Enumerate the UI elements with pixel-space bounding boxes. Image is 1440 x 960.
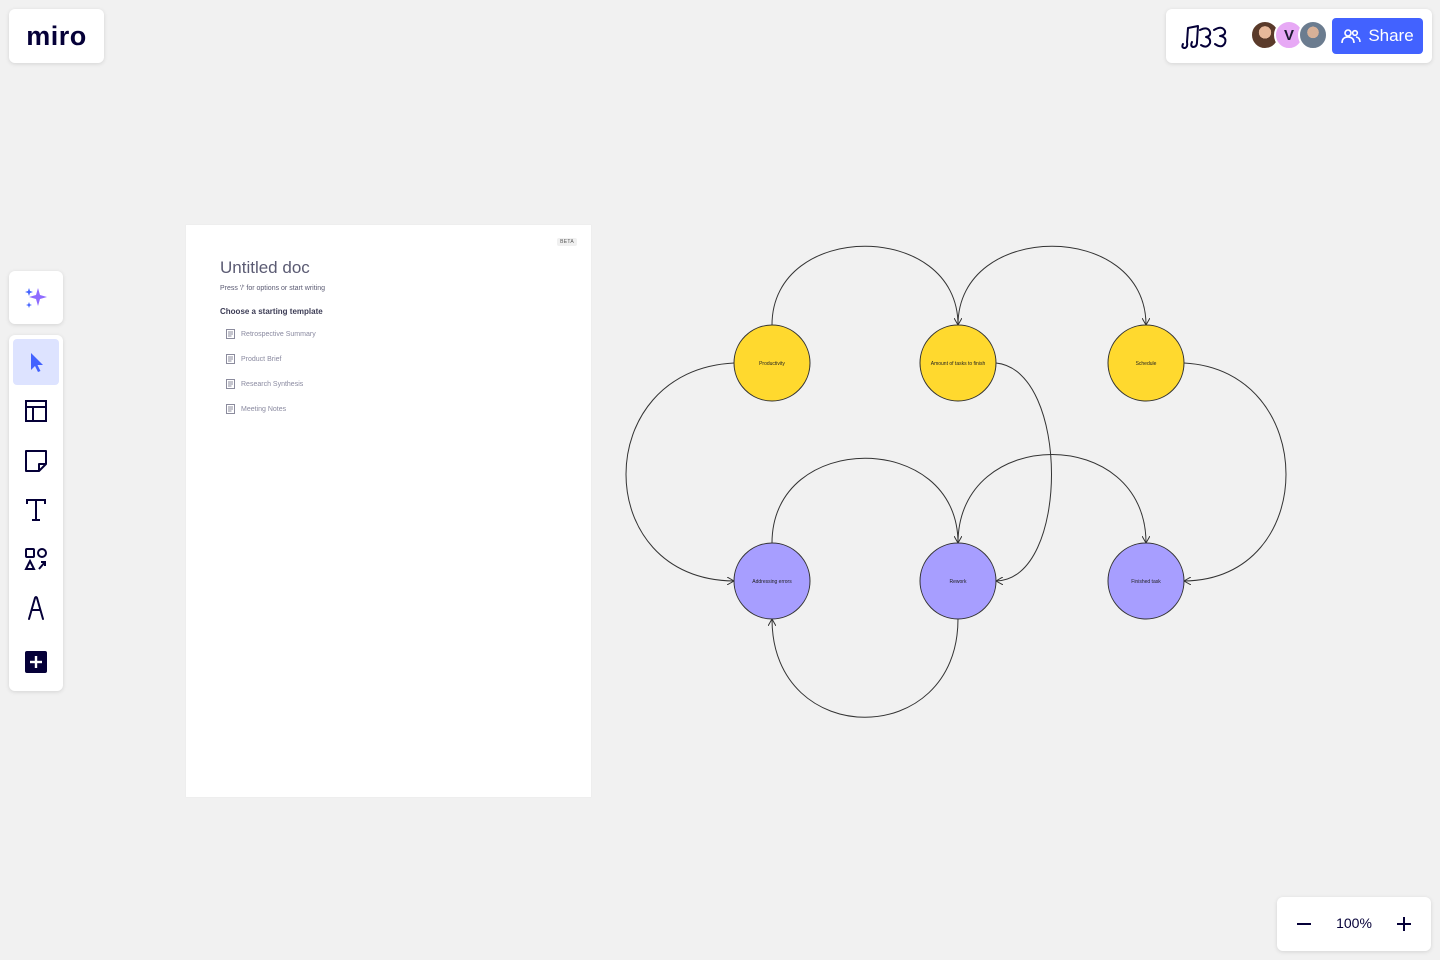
- zoom-in-button[interactable]: [1389, 909, 1419, 939]
- tool-text[interactable]: [13, 487, 59, 533]
- node-amount-of-tasks[interactable]: Amount of tasks to finish: [919, 324, 997, 402]
- document-icon: [226, 404, 235, 414]
- plus-icon: [1397, 917, 1411, 931]
- template-label: Research Synthesis: [241, 380, 304, 388]
- users-icon: [1341, 29, 1362, 44]
- avatar[interactable]: [1298, 20, 1328, 50]
- connector[interactable]: [1184, 362, 1287, 581]
- sticky-note-icon: [25, 450, 47, 472]
- connector[interactable]: [771, 457, 958, 543]
- tools-toolbar: [9, 335, 63, 691]
- collaboration-panel: V Share: [1166, 9, 1432, 63]
- causal-loop-diagram[interactable]: Productivity Amount of tasks to finish S…: [600, 230, 1320, 730]
- collaborator-avatars[interactable]: V: [1250, 20, 1330, 52]
- template-option[interactable]: Meeting Notes: [226, 404, 286, 414]
- node-label: Productivity: [759, 361, 785, 367]
- template-label: Retrospective Summary: [241, 330, 316, 338]
- node-label: Addressing errors: [752, 579, 792, 585]
- tool-select[interactable]: [13, 339, 59, 385]
- cursor-icon: [31, 353, 43, 372]
- miro-logo: miro: [26, 20, 87, 51]
- zoom-control: 100%: [1277, 897, 1431, 951]
- node-productivity[interactable]: Productivity: [733, 324, 811, 402]
- zoom-level[interactable]: 100%: [1327, 915, 1381, 931]
- doc-title[interactable]: Untitled doc: [220, 258, 310, 278]
- tool-templates[interactable]: [13, 388, 59, 434]
- pen-icon: [28, 596, 44, 620]
- tool-shapes[interactable]: [13, 536, 59, 582]
- doc-placeholder-hint[interactable]: Press '/' for options or start writing: [220, 285, 325, 292]
- text-icon: [26, 499, 46, 521]
- shapes-icon: [24, 548, 47, 570]
- connector[interactable]: [772, 619, 959, 718]
- template-section-heading: Choose a starting template: [220, 307, 323, 316]
- connector[interactable]: [771, 245, 958, 325]
- tool-more[interactable]: [13, 639, 59, 685]
- zoom-out-button[interactable]: [1289, 909, 1319, 939]
- document-icon: [226, 354, 235, 364]
- beta-badge: BETA: [557, 238, 577, 246]
- tool-pen[interactable]: [13, 585, 59, 631]
- template-option[interactable]: Retrospective Summary: [226, 329, 316, 339]
- sparkle-icon: [25, 287, 47, 308]
- ai-assist-button[interactable]: [9, 271, 63, 324]
- node-label: Finished task: [1131, 579, 1161, 585]
- plus-icon: [25, 651, 47, 673]
- template-option[interactable]: Product Brief: [226, 354, 281, 364]
- connector[interactable]: [957, 454, 1146, 544]
- doc-card[interactable]: BETA Untitled doc Press '/' for options …: [186, 225, 591, 797]
- connector[interactable]: [996, 362, 1052, 581]
- templates-icon: [25, 400, 47, 422]
- minus-icon: [1297, 923, 1311, 925]
- board-logo-icon[interactable]: [1178, 20, 1232, 52]
- logo-panel[interactable]: miro: [9, 9, 104, 63]
- template-option[interactable]: Research Synthesis: [226, 379, 303, 389]
- node-rework[interactable]: Rework: [919, 542, 997, 620]
- node-label: Amount of tasks to finish: [931, 361, 986, 367]
- node-finished-task[interactable]: Finished task: [1107, 542, 1185, 620]
- share-button[interactable]: Share: [1332, 18, 1423, 54]
- document-icon: [226, 379, 235, 389]
- share-label: Share: [1368, 26, 1414, 45]
- connector[interactable]: [625, 362, 734, 581]
- template-label: Product Brief: [241, 355, 282, 363]
- node-schedule[interactable]: Schedule: [1107, 324, 1185, 402]
- node-label: Schedule: [1136, 361, 1157, 367]
- avatar-initial: V: [1283, 26, 1294, 44]
- connector[interactable]: [957, 245, 1146, 325]
- tool-sticky-note[interactable]: [13, 438, 59, 484]
- document-icon: [226, 329, 235, 339]
- node-label: Rework: [950, 579, 967, 585]
- node-addressing-errors[interactable]: Addressing errors: [733, 542, 811, 620]
- template-label: Meeting Notes: [241, 405, 287, 413]
